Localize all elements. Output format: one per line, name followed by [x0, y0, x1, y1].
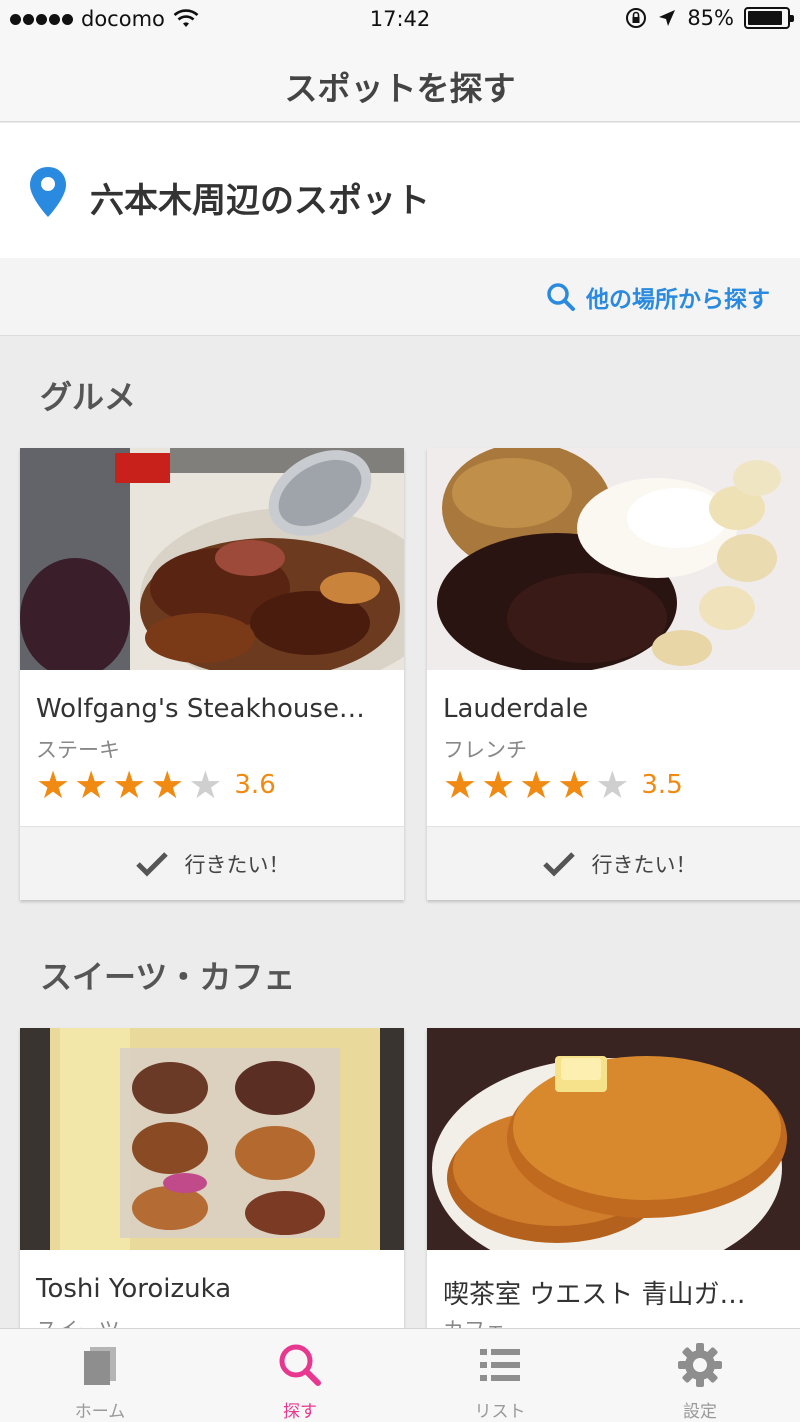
star-icon: ★	[557, 763, 592, 807]
spot-photo-pancake	[427, 1028, 800, 1250]
star-icon: ★	[112, 763, 147, 807]
search-other-label: 他の場所から探す	[586, 287, 770, 313]
search-icon	[279, 1344, 321, 1386]
want-to-go-button[interactable]: 行きたい！	[20, 826, 404, 900]
location-pin-icon	[30, 167, 66, 217]
tab-list[interactable]: リスト	[400, 1329, 600, 1422]
spot-name: 喫茶室 ウエスト 青山ガ…	[443, 1280, 746, 1310]
spot-genre: ステーキ	[36, 738, 120, 762]
star-icon: ★	[443, 763, 478, 807]
spot-photo-dessert	[427, 448, 800, 670]
status-right: 85%	[625, 6, 794, 30]
spot-card[interactable]: Toshi Yoroizuka スイーツ	[20, 1028, 404, 1338]
spot-genre: フレンチ	[443, 738, 527, 762]
spot-card[interactable]: 喫茶室 ウエスト 青山ガ… カフェ	[427, 1028, 800, 1338]
tab-search[interactable]: 探す	[200, 1329, 400, 1422]
spot-name: Lauderdale	[443, 694, 589, 724]
search-other-location-link[interactable]: 他の場所から探す	[546, 280, 770, 314]
battery-icon	[744, 7, 794, 29]
status-bar: docomo 17:42 85%	[0, 0, 800, 40]
star-empty-icon: ★	[188, 763, 223, 807]
spot-rating: ★ ★ ★ ★ ★ 3.6	[36, 766, 276, 804]
spot-card[interactable]: Wolfgang's Steakhouse… ステーキ ★ ★ ★ ★ ★ 3.…	[20, 448, 404, 900]
page-title: スポットを探す	[284, 69, 516, 108]
spot-name: Toshi Yoroizuka	[36, 1274, 232, 1304]
tab-label: 設定	[683, 1402, 717, 1422]
rating-value: 3.5	[641, 770, 683, 800]
spot-name: Wolfgang's Steakhouse…	[36, 694, 365, 724]
tab-home[interactable]: ホーム	[0, 1329, 200, 1422]
section-title-gourmet: グルメ	[40, 378, 137, 416]
list-icon	[480, 1349, 520, 1381]
star-icon: ★	[36, 763, 71, 807]
search-icon	[547, 283, 575, 311]
star-empty-icon: ★	[595, 763, 630, 807]
tab-label: リスト	[474, 1402, 526, 1422]
checkmark-icon	[135, 851, 168, 877]
location-title: 六本木周辺のスポット	[90, 181, 430, 221]
star-icon: ★	[481, 763, 516, 807]
rotation-lock-icon	[626, 8, 647, 28]
star-icon: ★	[150, 763, 185, 807]
checkmark-icon	[542, 851, 575, 877]
gear-icon	[678, 1343, 722, 1387]
tab-bar: ホーム 探す リスト 設定	[0, 1328, 800, 1422]
rating-value: 3.6	[234, 770, 276, 800]
section-title-sweets-cafe: スイーツ・カフェ	[40, 958, 296, 996]
spot-rating: ★ ★ ★ ★ ★ 3.5	[443, 766, 683, 804]
location-arrow-icon	[659, 10, 676, 26]
want-to-go-button[interactable]: 行きたい！	[427, 826, 800, 900]
tab-label: 探す	[283, 1402, 317, 1422]
tab-settings[interactable]: 設定	[600, 1329, 800, 1422]
spot-photo-sweets	[20, 1028, 404, 1250]
battery-percent: 85%	[687, 6, 734, 30]
spot-photo-steak	[20, 448, 404, 670]
star-icon: ★	[519, 763, 554, 807]
nav-bar: スポットを探す	[0, 40, 800, 122]
location-panel: 六本木周辺のスポット	[0, 123, 800, 258]
spot-card[interactable]: Lauderdale フレンチ ★ ★ ★ ★ ★ 3.5 行きたい！	[427, 448, 800, 900]
want-to-go-label: 行きたい！	[184, 852, 290, 877]
search-other-row: 他の場所から探す	[0, 258, 800, 336]
home-icon	[84, 1347, 116, 1385]
want-to-go-label: 行きたい！	[591, 852, 697, 877]
tab-label: ホーム	[74, 1402, 126, 1422]
star-icon: ★	[74, 763, 109, 807]
